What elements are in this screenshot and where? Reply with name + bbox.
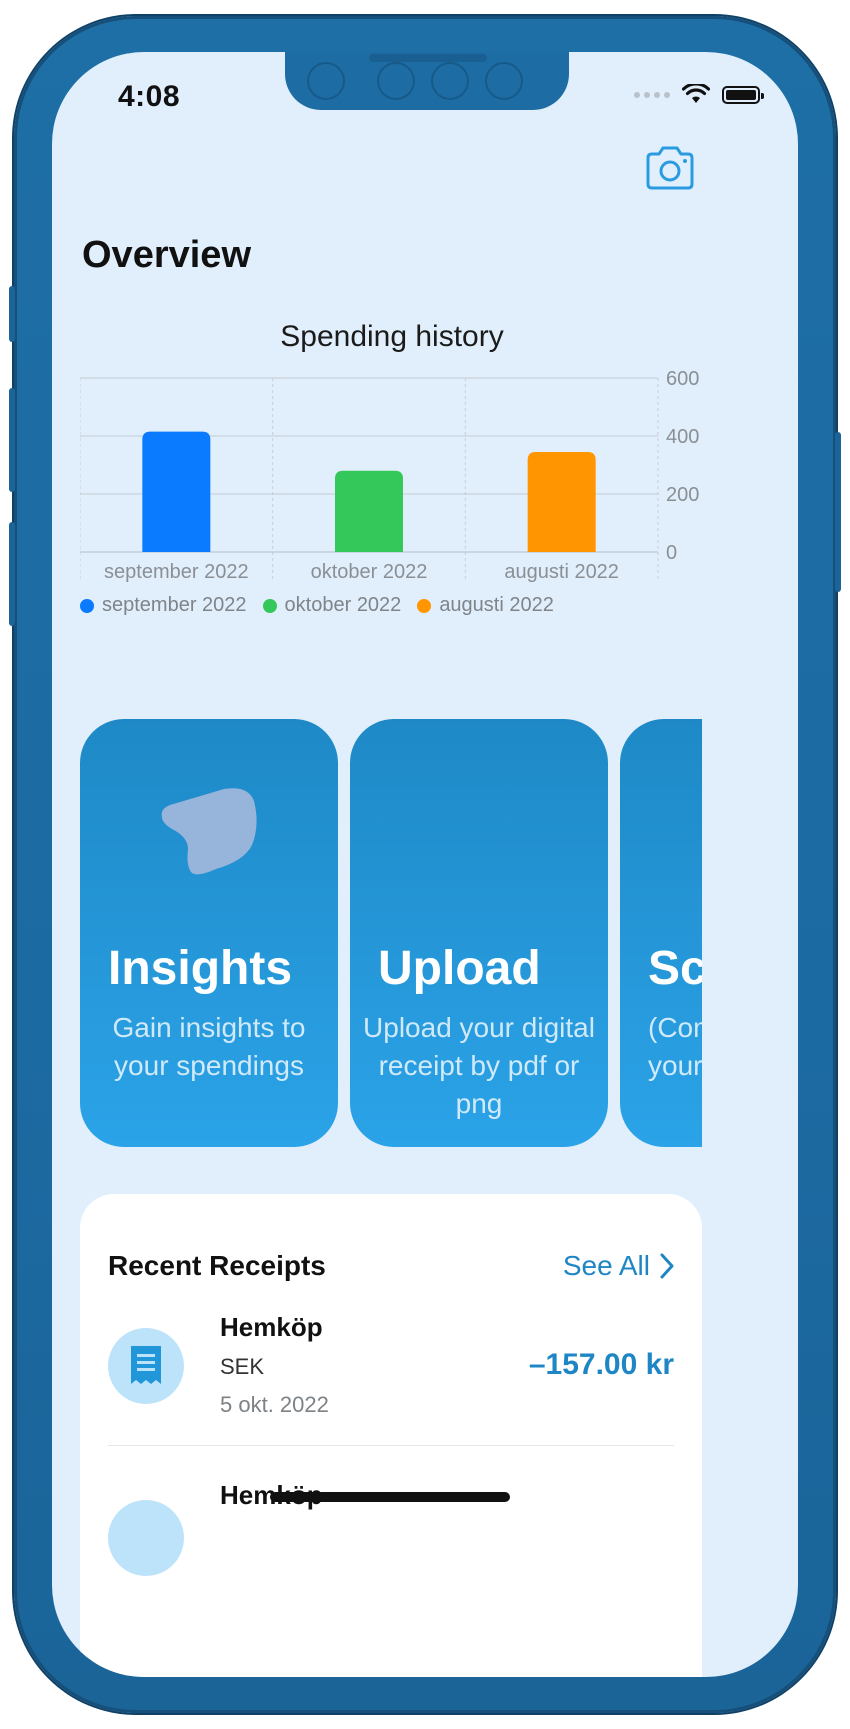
cellular-signal-icon [634, 92, 670, 98]
chevron-right-icon [660, 1253, 674, 1279]
chart-x-tick-label: september 2022 [104, 561, 249, 583]
chart-x-tick-label: augusti 2022 [504, 561, 619, 583]
proximity-sensor [431, 62, 469, 100]
recent-receipts-panel: Recent Receipts See All Hemköp SEK 5 okt… [80, 1194, 702, 1677]
chart-y-tick-label: 0 [666, 542, 677, 564]
spending-chart: Spending history 0 200 400 600 september 202… [80, 314, 740, 624]
camera-button[interactable] [644, 146, 696, 190]
app-screen: 4:08 Overview Spending history 0 200 400 60… [52, 52, 798, 1677]
status-indicators [634, 84, 764, 106]
notch [285, 52, 569, 110]
insights-card-description: Gain insights to your spendings [112, 1012, 306, 1081]
insights-card-title: Insights [108, 942, 293, 995]
chart-bar [335, 470, 403, 552]
legend-label: september 2022 [102, 594, 247, 616]
receipt-icon-badge [108, 1328, 184, 1404]
receipt-store-name: Hemköp [220, 1312, 323, 1342]
chart-y-tick-label: 400 [666, 426, 699, 448]
legend-swatch [417, 598, 432, 613]
receipt-icon [131, 1346, 161, 1384]
camera-icon [646, 146, 694, 190]
mute-switch [9, 286, 15, 342]
face-id-sensor [377, 62, 415, 100]
chart-bar [142, 431, 211, 552]
front-camera [307, 62, 345, 100]
feature-carousel[interactable]: Insights Gain insights to your spendings… [80, 719, 702, 1147]
insights-blob-icon [161, 788, 257, 875]
speaker-grille [369, 54, 487, 62]
upload-card-title: Upload [378, 942, 541, 995]
receipt-date: 5 okt. 2022 [220, 1392, 329, 1417]
see-all-button[interactable]: See All [563, 1250, 674, 1282]
receipt-row[interactable]: Hemköp [108, 1480, 674, 1622]
chart-x-tick-label: oktober 2022 [311, 561, 428, 583]
legend-swatch [80, 598, 94, 613]
legend-swatch [262, 598, 277, 613]
volume-up-button [9, 388, 15, 492]
legend-label: oktober 2022 [284, 594, 402, 616]
power-button [835, 432, 841, 592]
see-all-label: See All [562, 1250, 650, 1281]
scan-card-title: Scan [648, 942, 702, 995]
wifi-icon [682, 84, 710, 103]
recent-receipts-title: Recent Receipts [108, 1250, 326, 1281]
upload-card-description: Upload your digital receipt by pdf or pn… [363, 1012, 595, 1119]
chart-y-tick-label: 200 [666, 484, 699, 506]
ambient-light-sensor [485, 62, 523, 100]
legend-item: september 2022 [80, 594, 247, 617]
page-title: Overview [82, 234, 251, 276]
chart-y-tick-label: 600 [666, 368, 699, 390]
volume-down-button [9, 522, 15, 626]
insights-card[interactable]: Insights Gain insights to your spendings [80, 719, 338, 1147]
upload-card[interactable]: Upload Upload your digital receipt by pd… [350, 719, 608, 1147]
chart-legend: september 2022 oktober 2022 augusti 2022 [80, 594, 554, 617]
chart-plot: 0 200 400 600 september 2022 oktober 2022 augu… [80, 368, 699, 583]
scan-card-description: (Coming soon) Scan your physical receipt [648, 1012, 702, 1081]
receipt-currency: SEK [220, 1354, 265, 1379]
receipt-amount: –157.00 kr [528, 1348, 674, 1381]
battery-icon [722, 86, 764, 104]
receipt-row[interactable]: Hemköp SEK 5 okt. 2022 –157.00 kr [108, 1306, 674, 1446]
chart-bar [527, 451, 596, 552]
legend-item: oktober 2022 [262, 594, 402, 617]
row-divider [108, 1445, 674, 1446]
receipt-icon-badge [108, 1500, 184, 1576]
scan-card[interactable]: Scan (Coming soon) Scan your physical re… [620, 719, 702, 1147]
status-time: 4:08 [118, 80, 181, 113]
legend-item: augusti 2022 [417, 594, 554, 617]
home-indicator [270, 1492, 510, 1502]
legend-label: augusti 2022 [439, 594, 554, 616]
